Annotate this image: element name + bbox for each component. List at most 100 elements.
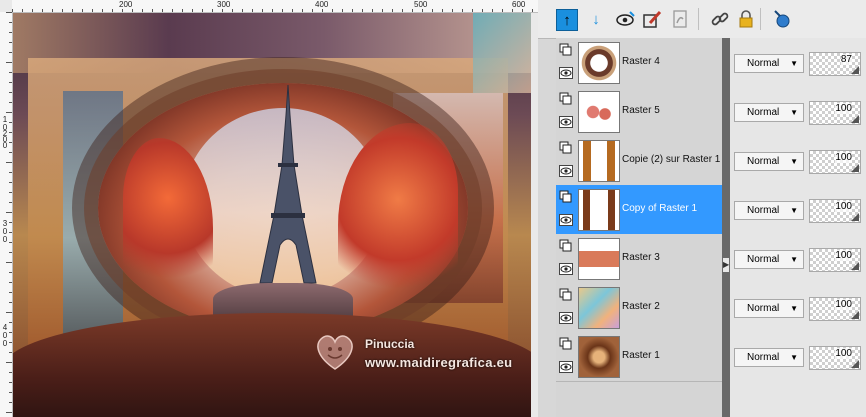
move-layer-down-icon[interactable]: ↓ bbox=[586, 9, 606, 29]
blend-mode-dropdown[interactable]: Normal ▼ bbox=[734, 348, 804, 367]
opacity-value: 100 bbox=[835, 152, 852, 163]
ruler-tick bbox=[422, 9, 423, 12]
blend-mode-dropdown[interactable]: Normal ▼ bbox=[734, 103, 804, 122]
opacity-value: 100 bbox=[835, 250, 852, 261]
move-layer-up-icon[interactable]: ↑ bbox=[556, 9, 578, 31]
ruler-tick bbox=[9, 172, 12, 173]
opacity-slider-icon[interactable] bbox=[851, 164, 859, 172]
layer-thumbnail bbox=[578, 336, 620, 378]
ruler-tick bbox=[252, 9, 253, 12]
chevron-down-icon: ▼ bbox=[790, 157, 798, 166]
opacity-value: 100 bbox=[835, 201, 852, 212]
ruler-label: 0 bbox=[2, 339, 8, 348]
link-icon[interactable] bbox=[710, 9, 730, 29]
layer-name: Raster 5 bbox=[622, 105, 660, 116]
layer-row[interactable]: Raster 5 bbox=[556, 87, 722, 137]
ruler-tick bbox=[9, 332, 12, 333]
chevron-down-icon: ▼ bbox=[790, 206, 798, 215]
eye-icon[interactable] bbox=[559, 214, 573, 226]
layer-thumbnail bbox=[578, 238, 620, 280]
blend-mode-value: Normal bbox=[747, 205, 780, 216]
eye-icon[interactable] bbox=[559, 263, 573, 275]
opacity-slider-icon[interactable] bbox=[851, 360, 859, 368]
ruler-tick bbox=[9, 302, 12, 303]
ruler-tick bbox=[262, 9, 263, 12]
ruler-tick bbox=[392, 9, 393, 12]
opacity-slider-icon[interactable] bbox=[851, 115, 859, 123]
ruler-label: 0 bbox=[2, 227, 8, 236]
ruler-tick bbox=[6, 112, 12, 113]
ruler-tick bbox=[402, 9, 403, 12]
opacity-field[interactable]: 87 bbox=[809, 52, 861, 76]
opacity-field[interactable]: 100 bbox=[809, 346, 861, 370]
ruler-tick bbox=[9, 32, 12, 33]
ruler-tick bbox=[312, 9, 313, 12]
ruler-tick bbox=[9, 222, 12, 223]
ruler-tick bbox=[9, 102, 12, 103]
ruler-tick bbox=[6, 262, 12, 263]
opacity-field[interactable]: 100 bbox=[809, 199, 861, 223]
layer-row[interactable]: Copy of Raster 1 bbox=[556, 185, 722, 235]
eiffel-tower-icon bbox=[259, 85, 317, 284]
layer-row[interactable]: Raster 2 bbox=[556, 283, 722, 333]
toolbar-separator bbox=[760, 8, 761, 30]
opacity-slider-icon[interactable] bbox=[851, 262, 859, 270]
eye-icon[interactable] bbox=[559, 116, 573, 128]
ruler-tick bbox=[9, 82, 12, 83]
opacity-value: 87 bbox=[840, 54, 852, 65]
ruler-tick bbox=[102, 9, 103, 12]
blend-mode-dropdown[interactable]: Normal ▼ bbox=[734, 54, 804, 73]
opacity-slider-icon[interactable] bbox=[851, 66, 859, 74]
ruler-tick bbox=[452, 9, 453, 12]
ruler-tick bbox=[532, 9, 533, 12]
ruler-tick bbox=[9, 182, 12, 183]
ruler-tick bbox=[62, 9, 63, 12]
chevron-down-icon: ▼ bbox=[790, 59, 798, 68]
ruler-tick bbox=[232, 9, 233, 12]
opacity-slider-icon[interactable] bbox=[851, 311, 859, 319]
ruler-tick bbox=[332, 9, 333, 12]
ruler-tick bbox=[9, 282, 12, 283]
opacity-field[interactable]: 100 bbox=[809, 248, 861, 272]
horizontal-ruler: 200 300 400 500 600 bbox=[12, 0, 538, 13]
layer-row[interactable]: Raster 1 bbox=[556, 332, 722, 382]
opacity-field[interactable]: 100 bbox=[809, 101, 861, 125]
blend-mode-dropdown[interactable]: Normal ▼ bbox=[734, 250, 804, 269]
ruler-tick bbox=[212, 9, 213, 12]
artwork-canvas[interactable]: Pinuccia www.maidiregrafica.eu bbox=[13, 13, 531, 417]
layer-row[interactable]: Copie (2) sur Raster 1 bbox=[556, 136, 722, 186]
edit-selection-icon[interactable] bbox=[642, 9, 662, 29]
ruler-tick bbox=[512, 9, 513, 12]
eye-icon[interactable] bbox=[559, 67, 573, 79]
mask-icon[interactable] bbox=[670, 9, 690, 29]
layer-thumbnail bbox=[578, 42, 620, 84]
ruler-label: 0 bbox=[2, 331, 8, 340]
opacity-field[interactable]: 100 bbox=[809, 150, 861, 174]
chevron-down-icon: ▼ bbox=[790, 255, 798, 264]
ruler-tick bbox=[462, 9, 463, 12]
layer-properties-column: Normal ▼ 87 Normal ▼ 100 Normal ▼ 100 Normal ▼ 100 N… bbox=[730, 38, 866, 417]
layer-list-splitter[interactable] bbox=[722, 38, 730, 417]
opacity-field[interactable]: 100 bbox=[809, 297, 861, 321]
lock-icon[interactable] bbox=[736, 9, 756, 29]
layer-row[interactable]: Raster 4 bbox=[556, 38, 722, 88]
ruler-label: 400 bbox=[315, 0, 329, 9]
eye-icon[interactable] bbox=[559, 312, 573, 324]
ruler-tick bbox=[9, 272, 12, 273]
opacity-slider-icon[interactable] bbox=[851, 213, 859, 221]
blend-mode-dropdown[interactable]: Normal ▼ bbox=[734, 299, 804, 318]
ruler-tick bbox=[6, 212, 12, 213]
ruler-label: 500 bbox=[414, 0, 428, 9]
layer-row[interactable]: Raster 3 bbox=[556, 234, 722, 284]
ruler-tick bbox=[412, 9, 413, 12]
eye-icon[interactable] bbox=[559, 361, 573, 373]
visibility-toggle-icon[interactable] bbox=[616, 9, 636, 29]
blend-mode-dropdown[interactable]: Normal ▼ bbox=[734, 152, 804, 171]
blend-mode-dropdown[interactable]: Normal ▼ bbox=[734, 201, 804, 220]
expand-arrow-icon[interactable]: ▶ bbox=[723, 258, 729, 272]
goto-layer-icon[interactable] bbox=[772, 9, 792, 29]
ruler-tick bbox=[32, 9, 33, 12]
eye-icon[interactable] bbox=[559, 165, 573, 177]
layer-properties-row: Normal ▼ 100 bbox=[730, 87, 866, 136]
ruler-tick bbox=[9, 292, 12, 293]
